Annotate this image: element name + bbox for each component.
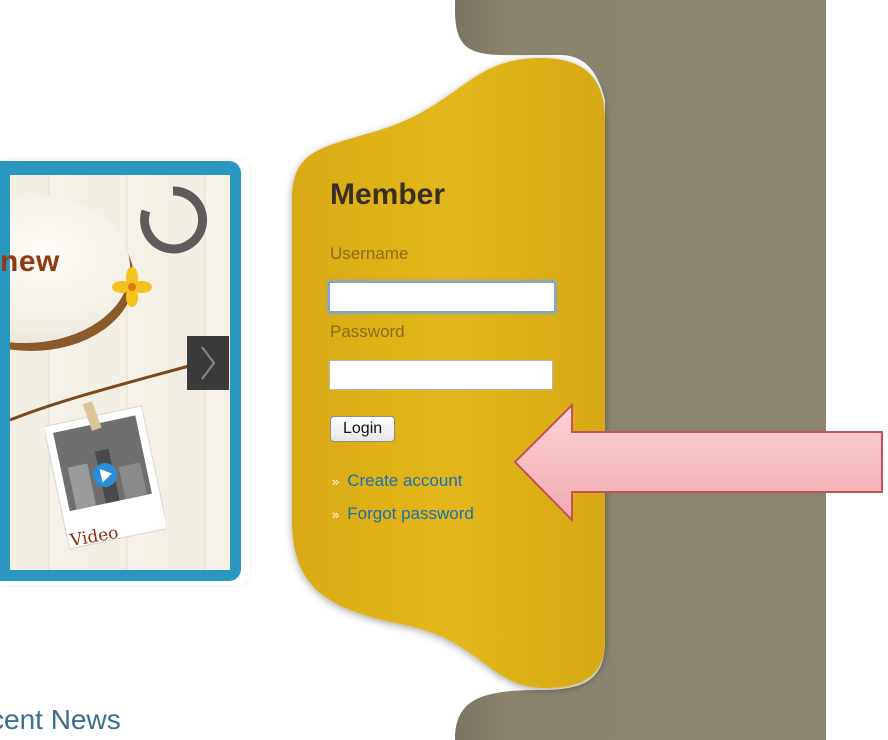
double-chevron-icon: »: [332, 507, 340, 522]
page: new Video Member Username Password Login…: [0, 0, 888, 740]
username-input[interactable]: [328, 281, 556, 313]
password-input[interactable]: [329, 360, 553, 390]
chevron-right-icon: [201, 346, 216, 380]
slider-badge-text: new: [0, 245, 60, 278]
flower-icon: [112, 267, 152, 307]
password-label: Password: [330, 322, 405, 341]
forgot-password-link[interactable]: Forgot password: [347, 504, 474, 523]
forgot-password-item: » Forgot password: [332, 504, 474, 524]
create-account-link[interactable]: Create account: [347, 471, 462, 490]
slider-next-button[interactable]: [187, 336, 229, 390]
callout-arrow-icon: [513, 402, 883, 523]
recent-news-heading: cent News: [0, 704, 121, 735]
login-button[interactable]: Login: [330, 416, 396, 442]
create-account-item: » Create account: [332, 471, 463, 491]
double-chevron-icon: »: [332, 474, 340, 489]
username-label: Username: [330, 244, 409, 263]
member-title: Member: [330, 178, 446, 211]
loading-spinner-icon: [140, 186, 208, 254]
